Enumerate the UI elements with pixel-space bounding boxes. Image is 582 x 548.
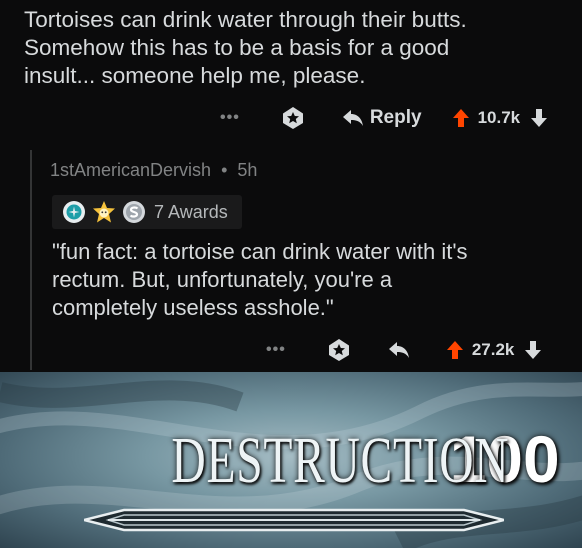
reply-icon [342, 110, 363, 126]
award-icon[interactable] [326, 337, 352, 363]
vote-controls: 10.7k [452, 108, 549, 128]
post-line: Somehow this has to be a basis for a goo… [24, 35, 450, 60]
skill-progress-bar [84, 508, 504, 532]
reply-label: Reply [369, 107, 422, 128]
comment-action-bar: ••• 27.2k [266, 336, 542, 364]
banner-title: DESTRUCTION 100 [30, 424, 570, 504]
post-score: 10.7k [477, 108, 521, 127]
more-options-button[interactable]: ••• [220, 109, 240, 127]
post-action-bar: ••• Reply 10.7k [220, 104, 548, 132]
helpful-award-icon [63, 201, 85, 223]
comment-line: rectum. But, unfortunately, you're a [52, 267, 393, 292]
wholesome-award-icon [93, 201, 115, 223]
reply-button[interactable] [388, 341, 416, 359]
downvote-arrow-icon[interactable] [530, 108, 548, 128]
reply-button[interactable]: Reply [342, 107, 422, 129]
post-line: insult... someone help me, please. [24, 63, 366, 88]
meta-separator: • [221, 160, 228, 180]
downvote-arrow-icon[interactable] [524, 340, 542, 360]
award-icon[interactable] [280, 105, 306, 131]
awards-bar[interactable]: 7 Awards [52, 195, 242, 229]
thread-line[interactable] [30, 150, 32, 370]
reddit-thread: Tortoises can drink water through their … [0, 0, 582, 372]
post-body: Tortoises can drink water through their … [24, 6, 564, 90]
comment-line: completely useless asshole." [52, 295, 334, 320]
silver-award-icon [123, 201, 145, 223]
awards-count: 7 Awards [154, 201, 228, 222]
reply-icon [388, 342, 409, 358]
post-line: Tortoises can drink water through their … [24, 7, 467, 32]
comment-age: 5h [237, 160, 258, 180]
vote-controls: 27.2k [446, 340, 543, 360]
upvote-arrow-icon[interactable] [452, 108, 470, 128]
comment-author[interactable]: 1stAmericanDervish [50, 160, 211, 180]
comment-score: 27.2k [471, 340, 515, 359]
comment-body: "fun fact: a tortoise can drink water wi… [52, 238, 572, 322]
skill-level-banner: DESTRUCTION 100 [0, 372, 582, 548]
comment-header: 1stAmericanDervish • 5h [50, 160, 257, 181]
upvote-arrow-icon[interactable] [446, 340, 464, 360]
more-options-button[interactable]: ••• [266, 341, 286, 359]
skill-name: DESTRUCTION [171, 424, 510, 497]
comment-line: "fun fact: a tortoise can drink water wi… [52, 239, 468, 264]
